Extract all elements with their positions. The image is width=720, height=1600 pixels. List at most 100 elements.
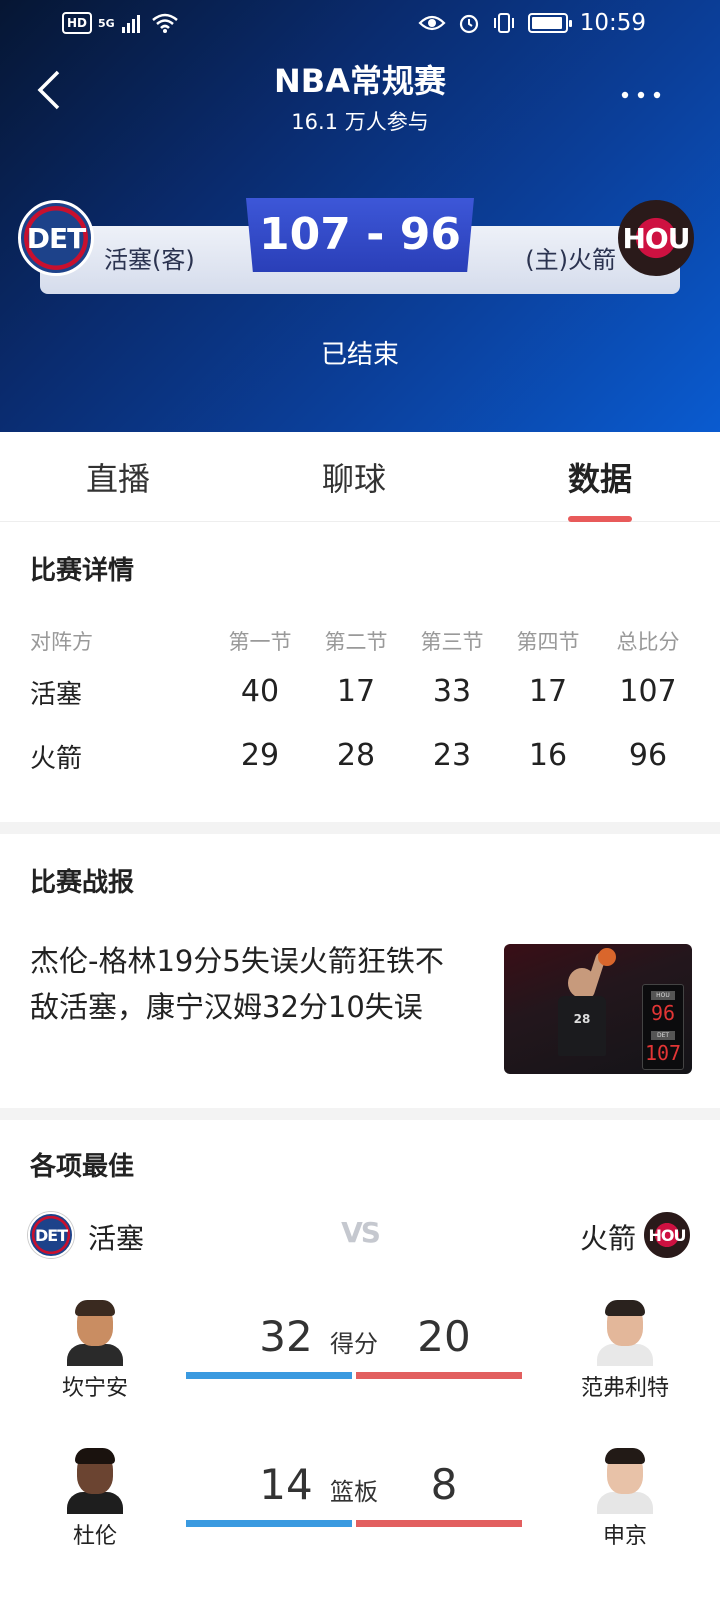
stat-row-rebounds: 14 篮板 8	[186, 1460, 522, 1530]
participants-count: 16.1 万人参与	[291, 110, 429, 134]
left-stat-value: 32	[259, 1312, 313, 1361]
right-stat-value: 8	[430, 1460, 458, 1509]
more-dots-icon	[621, 91, 661, 99]
report-thumbnail[interactable]: 28 HOU 96 DET 107	[504, 944, 692, 1074]
scoreboard-bottom-score: 107	[644, 1041, 682, 1065]
row-q1: 29	[240, 738, 280, 773]
jersey-number: 28	[573, 1012, 591, 1026]
header-total: 总比分	[616, 630, 680, 654]
avatar-shirt	[597, 1344, 653, 1366]
avatar-shirt	[67, 1344, 123, 1366]
header-team: 对阵方	[30, 630, 93, 654]
row-team: 活塞	[30, 680, 83, 710]
tab-chat[interactable]: 聊球	[274, 454, 434, 500]
avatar-hair	[605, 1300, 645, 1316]
player-photo: 28	[548, 948, 618, 1074]
table-row: 火箭 29 28 23 16 96	[0, 738, 720, 786]
player-name: 坎宁安	[61, 1376, 128, 1401]
section-divider	[0, 822, 720, 834]
report-headline[interactable]: 杰伦-格林19分5失误火箭狂铁不敌活塞，康宁汉姆32分10失误	[30, 938, 470, 1030]
tab-active-indicator	[568, 516, 632, 522]
left-leader-points[interactable]: 坎宁安	[30, 1300, 160, 1402]
vs-label: VS	[341, 1216, 381, 1249]
stat-row-points: 32 得分 20	[186, 1312, 522, 1382]
right-leader-rebounds[interactable]: 申京	[560, 1448, 690, 1550]
details-title: 比赛详情	[30, 556, 135, 586]
player-name: 申京	[602, 1524, 647, 1549]
more-options-button[interactable]	[616, 70, 666, 110]
away-team-name[interactable]: 活塞(客)	[104, 240, 195, 275]
vibrate-icon	[493, 13, 514, 33]
away-team-logo[interactable]: DET	[18, 200, 94, 276]
row-q4: 16	[528, 738, 568, 773]
eye-icon	[418, 15, 446, 31]
status-left: HD 5G	[62, 12, 179, 34]
avatar-hair	[75, 1300, 115, 1316]
home-team-logo[interactable]: HOU	[618, 200, 694, 276]
header-q4: 第四节	[516, 630, 580, 654]
home-team-name[interactable]: (主)火箭	[525, 240, 616, 275]
tab-stats[interactable]: 数据	[520, 454, 680, 500]
player-head	[568, 968, 596, 998]
stat-label: 篮板	[330, 1478, 378, 1506]
right-team-logo: HOU	[644, 1212, 690, 1258]
left-team-logo: DET	[28, 1212, 74, 1258]
right-stat-value: 20	[417, 1312, 471, 1361]
left-stat-bar	[186, 1520, 352, 1527]
leaders-title: 各项最佳	[30, 1152, 135, 1182]
tab-live[interactable]: 直播	[38, 454, 198, 500]
page-title: NBA常规赛	[274, 62, 446, 100]
left-leader-rebounds[interactable]: 杜伦	[30, 1448, 160, 1550]
report-title: 比赛战报	[30, 868, 135, 898]
header-q1: 第一节	[228, 630, 292, 654]
row-total: 96	[628, 738, 668, 773]
scoreboard-top-label: HOU	[651, 991, 675, 1000]
scoreboard: HOU 96 DET 107	[642, 984, 684, 1070]
player-jersey	[558, 996, 606, 1056]
row-team: 火箭	[30, 744, 83, 774]
avatar	[67, 1300, 123, 1366]
row-q2: 17	[336, 674, 376, 709]
row-q1: 40	[240, 674, 280, 709]
stat-label: 得分	[330, 1330, 378, 1358]
tab-bar: 直播 聊球 数据	[0, 432, 720, 522]
clock: 10:59	[579, 10, 646, 36]
game-header: HD 5G 10:59 NBA常规赛 16.1 万人参与 DET 活塞(客) 1…	[0, 0, 720, 432]
right-team-name: 火箭	[579, 1222, 636, 1255]
status-right: 10:59	[418, 10, 646, 36]
avatar	[597, 1448, 653, 1514]
avatar	[597, 1300, 653, 1366]
alarm-icon	[459, 14, 478, 34]
hd-badge: HD	[62, 12, 93, 34]
signal-icon	[121, 15, 140, 33]
left-stat-bar	[186, 1372, 352, 1379]
status-bar: HD 5G 10:59	[0, 0, 720, 52]
section-divider	[0, 1108, 720, 1120]
avatar	[67, 1448, 123, 1514]
row-q4: 17	[528, 674, 568, 709]
player-name: 范弗利特	[580, 1376, 669, 1401]
battery-icon	[527, 13, 572, 33]
row-q3: 23	[432, 738, 472, 773]
table-row: 活塞 40 17 33 17 107	[0, 674, 720, 722]
avatar-shirt	[67, 1492, 123, 1514]
left-stat-value: 14	[259, 1460, 313, 1509]
right-stat-bar	[356, 1372, 522, 1379]
row-q3: 33	[432, 674, 472, 709]
avatar-shirt	[597, 1492, 653, 1514]
player-name: 杜伦	[72, 1524, 117, 1549]
row-q2: 28	[336, 738, 376, 773]
left-team-name: 活塞	[88, 1222, 145, 1255]
right-leader-points[interactable]: 范弗利特	[560, 1300, 690, 1402]
details-header-row: 对阵方 第一节 第二节 第三节 第四节 总比分	[0, 626, 720, 674]
avatar-hair	[75, 1448, 115, 1464]
right-stat-bar	[356, 1520, 522, 1527]
header-q3: 第三节	[420, 630, 484, 654]
scoreboard-bottom-label: DET	[651, 1031, 675, 1040]
basketball-icon	[598, 948, 616, 966]
game-status: 已结束	[320, 340, 399, 370]
header-q2: 第二节	[324, 630, 388, 654]
final-score: 107 - 96	[246, 198, 474, 272]
avatar-hair	[605, 1448, 645, 1464]
wifi-icon	[151, 13, 178, 33]
